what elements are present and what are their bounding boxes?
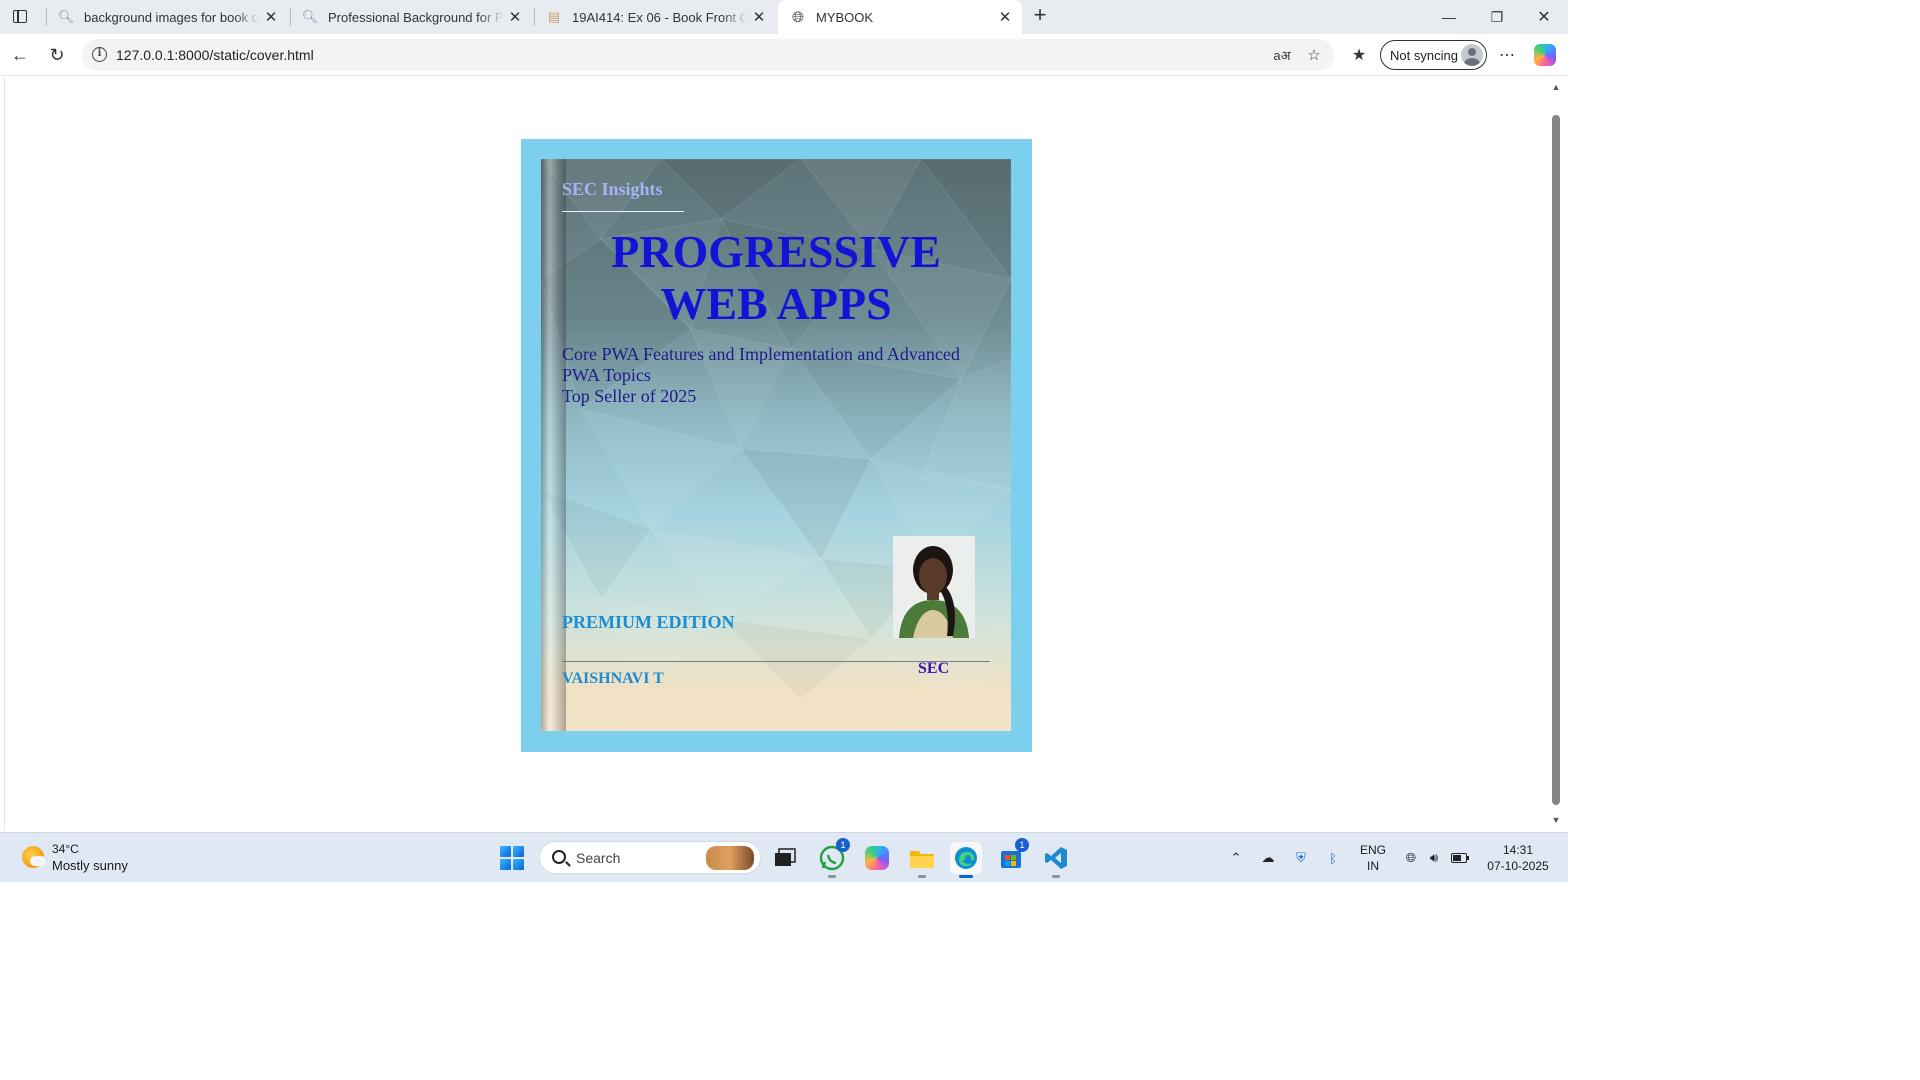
close-tab-icon[interactable]: ✕	[748, 8, 770, 26]
vscode-icon[interactable]	[1040, 842, 1072, 878]
url-text[interactable]: 127.0.0.1:8000/static/cover.html	[116, 47, 314, 63]
browser-toolbar: ← ↻ i 127.0.0.1:8000/static/cover.html a…	[0, 34, 1568, 76]
close-window-button[interactable]: ✕	[1521, 0, 1567, 34]
language-code: ENG	[1360, 843, 1387, 857]
site-info-icon[interactable]: i	[92, 47, 107, 62]
search-icon: 🔍︎	[57, 9, 75, 24]
title-line-1: PROGRESSIVE	[611, 226, 941, 277]
scroll-down-icon[interactable]: ▼	[1551, 815, 1561, 825]
publisher-name: SEC	[918, 660, 950, 677]
running-indicator	[1052, 875, 1060, 878]
site-favicon-icon: ▤	[547, 9, 561, 24]
profile-button[interactable]: Not syncing	[1380, 40, 1487, 70]
task-view-icon[interactable]	[769, 842, 801, 874]
tab-title: Professional Background for Pape	[328, 9, 504, 25]
book-title: PROGRESSIVE WEB APPS	[571, 226, 981, 330]
bluetooth-icon[interactable]: ᛒ	[1323, 848, 1343, 868]
file-explorer-icon[interactable]	[906, 842, 938, 878]
tab-title: background images for book cov	[84, 9, 260, 25]
tab-title: MYBOOK	[816, 9, 874, 25]
running-indicator	[918, 875, 926, 878]
microsoft-store-icon[interactable]: 1	[995, 838, 1029, 874]
close-tab-icon[interactable]: ✕	[504, 8, 526, 26]
close-tab-icon[interactable]: ✕	[994, 8, 1016, 26]
store-badge: 1	[1015, 838, 1029, 852]
whatsapp-icon[interactable]: 1	[816, 838, 850, 878]
tab-title: 19AI414: Ex 06 - Book Front Cove	[572, 9, 748, 25]
page-scrollbar[interactable]: ▲ ▼	[1548, 77, 1564, 830]
new-tab-button[interactable]: +	[1028, 4, 1052, 28]
subtitle-line-2: PWA Topics	[562, 365, 651, 385]
subtitle-line-1: Core PWA Features and Implementation and…	[562, 344, 960, 364]
profile-label: Not syncing	[1390, 47, 1458, 63]
minimize-button[interactable]: —	[1426, 0, 1472, 34]
tab-strip: 🔍︎ background images for book cov ✕ 🔍︎ P…	[0, 0, 1568, 34]
volume-icon[interactable]: 🔊︎	[1424, 848, 1444, 868]
copilot-app-icon[interactable]	[861, 842, 893, 874]
tab-actions-icon[interactable]	[10, 7, 30, 27]
copilot-icon[interactable]	[1534, 44, 1556, 66]
network-globe-icon[interactable]: 🌐︎	[1401, 848, 1421, 868]
region-code: IN	[1367, 859, 1379, 873]
address-bar[interactable]: i 127.0.0.1:8000/static/cover.html aअ ☆	[82, 39, 1334, 71]
read-aloud-icon[interactable]: aअ	[1271, 44, 1293, 66]
taskbar-search[interactable]: Search	[539, 841, 761, 874]
search-label: Search	[576, 850, 621, 866]
book-subtitle: Core PWA Features and Implementation and…	[562, 344, 992, 407]
battery-icon[interactable]	[1450, 848, 1470, 868]
language-indicator[interactable]: ENG IN	[1360, 842, 1386, 874]
book-spine	[541, 159, 566, 731]
search-icon: 🔍︎	[301, 9, 319, 24]
whatsapp-badge: 1	[836, 838, 850, 852]
more-options-icon[interactable]: ⋯	[1495, 43, 1519, 67]
avatar-icon	[1461, 44, 1483, 66]
clock-time: 14:31	[1502, 843, 1534, 857]
running-indicator	[828, 875, 836, 878]
onedrive-icon[interactable]: ☁︎	[1258, 848, 1278, 868]
chevron-up-icon[interactable]: ⌃	[1226, 848, 1246, 868]
author-portrait-image	[893, 536, 975, 638]
tab-book-front-cover[interactable]: ▤ 19AI414: Ex 06 - Book Front Cove ✕	[534, 0, 776, 34]
weather-sun-icon[interactable]	[22, 846, 46, 868]
taskbar: 34°C Mostly sunny Search 1 1 ⌃ ☁︎ ⛨ ᛒ EN…	[0, 832, 1568, 882]
system-clock[interactable]: 14:31 07-10-2025	[1478, 842, 1558, 874]
subtitle-line-3: Top Seller of 2025	[562, 386, 697, 406]
edge-browser-icon[interactable]	[950, 842, 982, 878]
imprint-label: SEC Insights	[562, 179, 663, 199]
clock-date: 07-10-2025	[1487, 859, 1549, 873]
tab-professional-background[interactable]: 🔍︎ Professional Background for Pape ✕	[290, 0, 532, 34]
weather-temperature[interactable]: 34°C	[52, 842, 79, 856]
title-line-2: WEB APPS	[660, 278, 892, 329]
author-name: VAISHNAVI T	[562, 670, 664, 687]
favorite-star-icon[interactable]: ☆	[1303, 44, 1325, 66]
scroll-thumb[interactable]	[1552, 115, 1560, 805]
author-photo	[893, 536, 975, 638]
back-button[interactable]: ←	[7, 42, 33, 68]
tab-mybook[interactable]: 🌐︎ MYBOOK ✕	[778, 0, 1022, 34]
edition-label: PREMIUM EDITION	[562, 612, 735, 632]
refresh-button[interactable]: ↻	[44, 42, 70, 68]
search-highlight-image	[706, 846, 754, 870]
globe-icon: 🌐︎	[791, 8, 804, 26]
book-cover: SEC Insights PROGRESSIVE WEB APPS Core P…	[541, 159, 1011, 731]
imprint-divider	[562, 211, 684, 212]
restore-button[interactable]: ❐	[1474, 0, 1520, 34]
start-button[interactable]	[500, 846, 524, 870]
weather-condition[interactable]: Mostly sunny	[52, 858, 128, 873]
book-frame: SEC Insights PROGRESSIVE WEB APPS Core P…	[521, 139, 1032, 752]
running-indicator	[959, 875, 973, 878]
security-shield-icon[interactable]: ⛨	[1291, 848, 1311, 868]
close-tab-icon[interactable]: ✕	[260, 8, 282, 26]
search-icon	[552, 850, 566, 864]
scroll-up-icon[interactable]: ▲	[1551, 82, 1561, 92]
tab-background-images[interactable]: 🔍︎ background images for book cov ✕	[46, 0, 288, 34]
favorites-icon[interactable]: ★︎	[1347, 43, 1371, 67]
